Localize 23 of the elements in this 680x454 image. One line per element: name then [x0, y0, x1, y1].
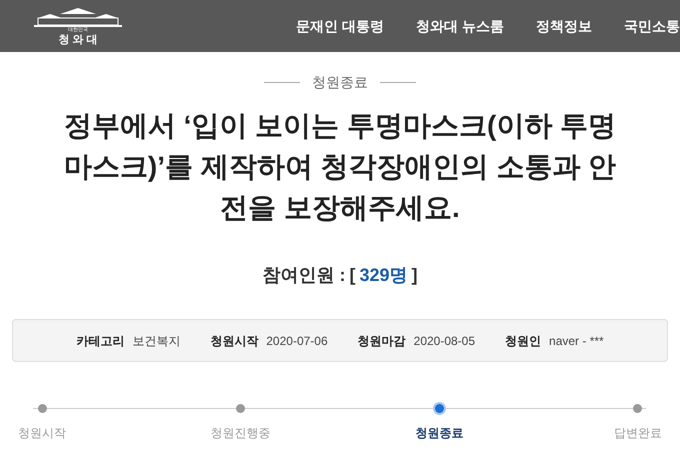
bracket: ] [412, 264, 418, 287]
nav-link[interactable]: 정책정보 [536, 16, 592, 36]
step-label: 청원진행중 [210, 425, 271, 442]
logo-text: 청 와 대 [58, 35, 98, 46]
status-label: 청원종료 [312, 73, 368, 92]
info-label: 청원마감 [358, 332, 406, 350]
step-label: 청원종료 [415, 425, 464, 442]
participant-count: 329명 [359, 264, 408, 287]
bracket: [ [349, 264, 356, 287]
info-label: 청원인 [505, 332, 542, 350]
petition-title: 정부에서 ‘입이 보이는 투명마스크(이하 투명마스크)’를 제작하여 청각장애인의 소통과 안전을 보장해주세요. [62, 109, 618, 225]
nav-link[interactable]: 청와대 뉴스룸 [416, 16, 504, 36]
step-label: 답변완료 [614, 425, 662, 442]
info-label: 청원시작 [210, 332, 258, 350]
info-value: 보건복지 [132, 332, 180, 350]
info-value: 2020-07-06 [266, 332, 328, 350]
info-value: naver - *** [549, 332, 604, 350]
step-label: 청원시작 [18, 425, 66, 442]
nav-link[interactable]: 국민소통 [624, 16, 680, 36]
info-value: 2020-08-05 [414, 332, 476, 350]
participants-label: 참여인원 : [262, 264, 346, 287]
nav-link[interactable]: 문재인 대통령 [296, 16, 384, 36]
info-label: 카테고리 [76, 332, 124, 350]
